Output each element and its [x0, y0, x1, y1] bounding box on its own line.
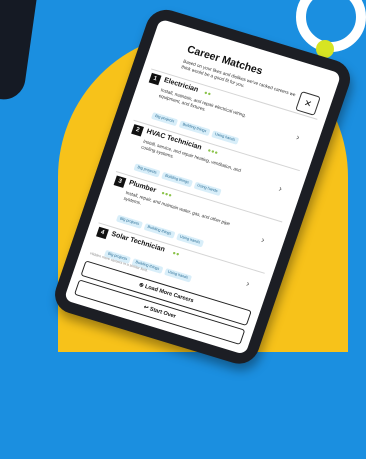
match-rating-icon: ●● — [203, 90, 212, 98]
match-rating-icon: ●●● — [207, 148, 219, 157]
tablet-frame: Career Matches Based on your likes and d… — [50, 5, 356, 369]
chevron-right-icon: › — [277, 183, 283, 193]
tag: Building things — [161, 171, 193, 187]
close-icon: ✕ — [303, 98, 313, 110]
chevron-right-icon: › — [260, 235, 266, 245]
rank-number: 4 — [96, 227, 109, 239]
rank-number: 2 — [131, 124, 144, 136]
rank-number: 1 — [149, 73, 162, 85]
match-rating-icon: ●● — [171, 250, 180, 258]
tag: Using hands — [176, 232, 204, 247]
tag: Big projects — [116, 214, 143, 228]
chevron-right-icon: › — [295, 132, 301, 142]
close-button[interactable]: ✕ — [295, 91, 321, 116]
tag: Building things — [144, 223, 176, 239]
tag: Using hands — [211, 130, 239, 145]
tag: Using hands — [193, 181, 221, 196]
tablet-device: Career Matches Based on your likes and d… — [30, 5, 366, 459]
rank-number: 3 — [114, 175, 127, 187]
tag: Big projects — [151, 112, 178, 126]
tag: Building things — [179, 120, 211, 136]
tag: Big projects — [134, 163, 161, 177]
chevron-right-icon: › — [245, 278, 251, 288]
match-rating-icon: ●●● — [160, 190, 172, 199]
person-sleeve — [0, 0, 37, 102]
